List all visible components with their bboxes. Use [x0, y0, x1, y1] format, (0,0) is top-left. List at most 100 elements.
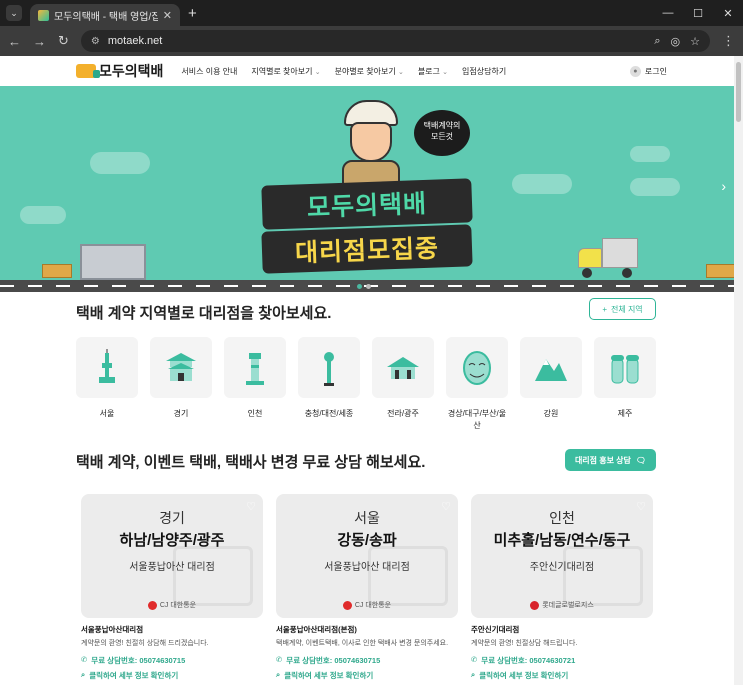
chevron-down-icon: ⌄ [397, 68, 404, 76]
card-description: 계약문의 환영! 친절히 상담해 드리겠습니다. [81, 640, 209, 647]
nav-service-guide[interactable]: 서비스 이용 안내 [181, 66, 237, 77]
agency-card[interactable]: ♡ 경기 하남/남양주/광주 서울풍납아산 대리점 CJ 대한통운 서울풍납아산… [81, 494, 263, 681]
hahoe-mask-icon [446, 337, 508, 398]
nav-by-region[interactable]: 지역별로 찾아보기 ⌄ [251, 66, 320, 77]
parcel-box-illustration [42, 264, 72, 278]
speech-bubble: 택배계약의 모든것 [414, 110, 470, 156]
carousel-dot[interactable] [366, 284, 371, 289]
agency-card[interactable]: ♡ 인천 미추홀/남동/연수/동구 주안신기대리점 롯데글로벌로지스 주안신기대… [471, 494, 653, 681]
carrier-logo-icon [147, 600, 157, 610]
carrier-logo: 롯데글로벌로지스 [471, 600, 653, 610]
dolhareubang-icon [594, 337, 656, 398]
chevron-right-icon[interactable]: › [721, 178, 726, 194]
window-controls: — ☐ ✕ [653, 0, 743, 26]
close-window-icon[interactable]: ✕ [713, 0, 743, 26]
carrier-logo-icon [342, 600, 352, 610]
site-logo[interactable]: 모두의택배 [76, 61, 163, 81]
card-phone[interactable]: ✆ 무료 상담번호: 05074630715 [276, 655, 458, 666]
nav-blog[interactable]: 블로그 ⌄ [418, 66, 448, 77]
cloud-icon [512, 174, 572, 194]
region-gyeongsang[interactable]: 경상/대구/부산/울산 [446, 337, 508, 432]
card-description: 택배계약, 이벤트택배, 이사로 인한 택배사 변경 문의주세요. [276, 640, 449, 647]
agency-card-list: ♡ 경기 하남/남양주/광주 서울풍납아산 대리점 CJ 대한통운 서울풍납아산… [81, 494, 653, 681]
bookmark-star-icon[interactable]: ☆ [690, 35, 700, 48]
region-jeolla[interactable]: 전라/광주 [372, 337, 434, 432]
region-gangwon[interactable]: 강원 [520, 337, 582, 432]
regions-section-title: 택배 계약 지역별로 대리점을 찾아보세요. [76, 305, 332, 322]
card-agency-name: 서울풍납아산대리점 [81, 625, 144, 634]
card-office: 주안신기대리점 [529, 562, 595, 573]
carousel-dots [357, 284, 371, 289]
phone-icon: ✆ [471, 655, 478, 664]
cloud-icon [630, 178, 680, 196]
login-button[interactable]: ● 로그인 [629, 65, 667, 77]
card-office: 서울풍납아산 대리점 [324, 562, 410, 573]
card-detail-link[interactable]: ⌕ 클릭하여 세부 정보 확인하기 [471, 670, 653, 681]
region-chungcheong[interactable]: 충청/대전/세종 [298, 337, 360, 432]
favicon-icon [38, 9, 49, 21]
card-phone[interactable]: ✆ 무료 상담번호: 05074630721 [471, 655, 653, 666]
nav-partner-consult[interactable]: 입점상담하기 [462, 66, 506, 77]
address-bar[interactable]: ⚙ motaek.net ⌕ ◎ ☆ [80, 30, 710, 52]
agency-card[interactable]: ♡ 서울 강동/송파 서울풍납아산 대리점 CJ 대한통운 서울풍납아산대리점(… [276, 494, 458, 681]
region-incheon[interactable]: 인천 [224, 337, 286, 432]
agency-card-image[interactable]: ♡ 인천 미추홀/남동/연수/동구 주안신기대리점 롯데글로벌로지스 [471, 494, 653, 618]
page-scrollbar[interactable] [734, 56, 743, 685]
region-gyeonggi[interactable]: 경기 [150, 337, 212, 432]
agency-card-image[interactable]: ♡ 서울 강동/송파 서울풍납아산 대리점 CJ 대한통운 [276, 494, 458, 618]
hanok-icon [372, 337, 434, 398]
card-region: 경기 [159, 510, 185, 526]
chevron-down-icon: ⌄ [442, 68, 449, 76]
agency-promo-consult-button[interactable]: 대리점 홍보 상담 🗨 [565, 449, 656, 471]
close-tab-icon[interactable]: ✕ [163, 9, 172, 22]
search-icon: ⌕ [276, 670, 281, 679]
web-page: 모두의택배 서비스 이용 안내 지역별로 찾아보기 ⌄ 분야별로 찾아보기 ⌄ … [0, 56, 743, 685]
agency-card-image[interactable]: ♡ 경기 하남/남양주/광주 서울풍납아산 대리점 CJ 대한통운 [81, 494, 263, 618]
eye-off-icon[interactable]: ◎ [671, 35, 681, 48]
region-grid: 서울 경기 인천 충청/대전/세종 전라/광주 경상/대구/부산/울산 강원 제… [76, 337, 656, 432]
zoom-icon[interactable]: ⌕ [654, 35, 660, 48]
truck-logo-icon [76, 64, 100, 78]
url-text[interactable]: motaek.net [108, 35, 646, 47]
hero-headline-line1: 모두의택배 [261, 178, 473, 230]
truck-watermark-icon [368, 546, 448, 606]
browser-tab[interactable]: 모두의택배 - 택배 영업/집배점 ✕ [30, 4, 180, 26]
chevron-down-icon: ⌄ [314, 68, 321, 76]
card-phone[interactable]: ✆ 무료 상담번호: 05074630715 [81, 655, 263, 666]
card-detail-link[interactable]: ⌕ 클릭하여 세부 정보 확인하기 [276, 670, 458, 681]
back-icon[interactable]: ← [8, 34, 21, 49]
card-detail-link[interactable]: ⌕ 클릭하여 세부 정보 확인하기 [81, 670, 263, 681]
card-description: 계약문의 환영! 친절상담 해드립니다. [471, 640, 578, 647]
minimize-icon[interactable]: — [653, 0, 683, 26]
nav-by-field[interactable]: 분야별로 찾아보기 ⌄ [335, 66, 404, 77]
search-icon: ⌕ [81, 670, 86, 679]
region-jeju[interactable]: 제주 [594, 337, 656, 432]
all-regions-button[interactable]: + 전체 지역 [589, 298, 656, 320]
user-icon: ● [629, 65, 641, 77]
card-agency-name: 서울풍납아산대리점(본점) [276, 625, 357, 634]
site-info-icon[interactable]: ⚙ [91, 36, 100, 47]
scrollbar-thumb[interactable] [736, 62, 741, 122]
mountain-icon [520, 337, 582, 398]
forward-icon[interactable]: → [33, 34, 46, 49]
region-seoul[interactable]: 서울 [76, 337, 138, 432]
cloud-icon [20, 206, 66, 224]
reload-icon[interactable]: ↻ [58, 33, 69, 49]
carousel-dot-active[interactable] [357, 284, 362, 289]
menu-kebab-icon[interactable]: ⋮ [722, 33, 735, 49]
carrier-logo: CJ 대한통운 [276, 600, 458, 610]
carrier-logo-icon [530, 600, 540, 610]
hero-banner[interactable]: 택배계약의 모든것 모두의택배 대리점모집중 › [0, 86, 734, 292]
expo-tower-icon [298, 337, 360, 398]
tab-title: 모두의택배 - 택배 영업/집배점 [54, 11, 158, 23]
card-office: 서울풍납아산 대리점 [129, 562, 215, 573]
tab-search-icon[interactable]: ⌄ [6, 5, 22, 21]
shipping-container-illustration [80, 244, 146, 280]
plus-icon: + [602, 304, 607, 314]
card-area: 하남/남양주/광주 [119, 532, 225, 549]
lighthouse-icon [224, 337, 286, 398]
new-tab-icon[interactable]: + [188, 5, 197, 22]
phone-icon: ✆ [81, 655, 88, 664]
maximize-icon[interactable]: ☐ [683, 0, 713, 26]
hwaseong-fortress-icon [150, 337, 212, 398]
